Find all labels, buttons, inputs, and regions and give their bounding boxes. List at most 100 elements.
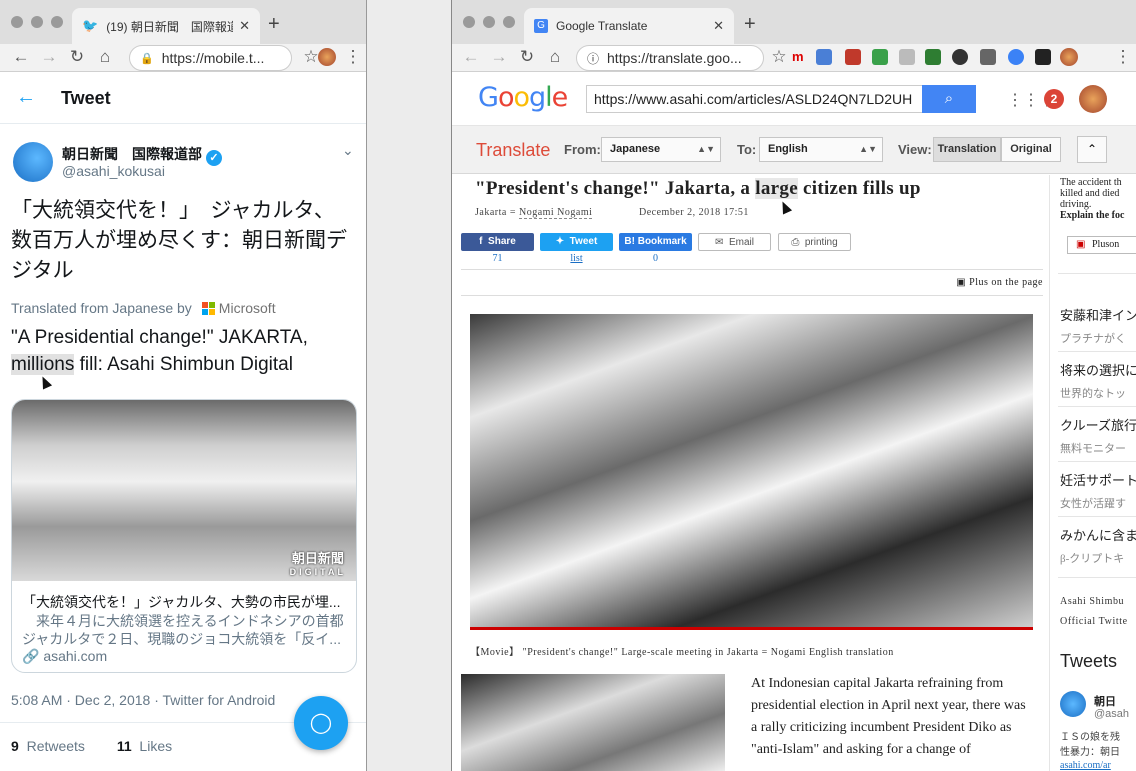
view-translation-button[interactable]: Translation xyxy=(933,137,1001,162)
secondary-photo[interactable] xyxy=(461,674,725,771)
close-window-button[interactable] xyxy=(463,16,475,28)
browser-toolbar: ← → ↻ ⌂ 🔒 https://mobile.t... ☆ ⋮ xyxy=(0,44,366,72)
blue-extension-icon[interactable] xyxy=(1008,49,1024,65)
maximize-window-button[interactable] xyxy=(503,16,515,28)
minimize-window-button[interactable] xyxy=(31,16,43,28)
embedded-tweet-link[interactable]: asahi.com/ar xyxy=(1060,760,1111,771)
new-tab-button[interactable]: + xyxy=(744,13,756,36)
link-card[interactable]: 朝日新聞 DIGITAL 「大統領交代を！」ジャカルタ、大勢の市民が埋... 来… xyxy=(11,399,357,673)
translator-name: Microsoft xyxy=(218,300,276,316)
sidebar-item[interactable]: 安藤和津イン プラチナがく xyxy=(1060,305,1136,346)
desktop-background xyxy=(367,0,451,771)
account-avatar[interactable] xyxy=(1079,85,1107,113)
tab-twitter[interactable]: 🐦 (19) 朝日新聞 国際報道部 on ✕ xyxy=(72,8,260,44)
retweets-stat[interactable]: 9 Retweets xyxy=(11,738,85,754)
back-arrow-icon[interactable]: ← xyxy=(16,86,36,109)
view-original-button[interactable]: Original xyxy=(1001,137,1061,162)
translate-toolbar: Translate From: Japanese ▲▼ To: English ▲▼… xyxy=(452,126,1136,174)
bookmark-star-icon[interactable]: ☆ xyxy=(768,47,790,67)
author-handle[interactable]: @asahi_kokusai xyxy=(62,163,165,179)
hvid-extension-icon[interactable] xyxy=(980,49,996,65)
twitter-bird-icon: ✦ xyxy=(555,236,565,247)
home-button[interactable]: ⌂ xyxy=(544,47,566,67)
new-tab-button[interactable]: + xyxy=(268,13,280,36)
card-description: 来年４月に大統領選を控えるインドネシアの首都ジャカルタで２日、現職のジョコ大統領… xyxy=(22,613,344,647)
facebook-icon: f xyxy=(479,236,483,247)
sidebar-plus-button[interactable]: ▣ Pluson xyxy=(1067,236,1136,254)
minimize-window-button[interactable] xyxy=(483,16,495,28)
lock-icon: 🔒 xyxy=(140,52,154,65)
translate-extension-icon[interactable] xyxy=(816,49,832,65)
forward-button[interactable]: → xyxy=(488,47,510,67)
author-avatar[interactable] xyxy=(13,142,53,182)
back-button[interactable]: ← xyxy=(460,47,482,67)
share-label: Share xyxy=(488,236,516,247)
menu-icon[interactable]: ⋮ xyxy=(342,47,364,67)
url-input[interactable]: https://www.asahi.com/articles/ASLD24QN7… xyxy=(586,85,924,113)
home-button[interactable]: ⌂ xyxy=(94,47,116,67)
google-logo-letter: o xyxy=(497,82,515,113)
tab-title: (19) 朝日新聞 国際報道部 on xyxy=(106,19,233,34)
byline-author[interactable]: Nogami Nogami xyxy=(518,207,593,219)
reload-button[interactable]: ↻ xyxy=(66,47,88,67)
collapse-chevron-icon[interactable]: ⌃ xyxy=(1077,136,1107,163)
chevron-down-icon[interactable]: ⌄ xyxy=(342,142,354,159)
sidebar-item[interactable]: 妊活サポート 女性が活躍す xyxy=(1060,470,1136,511)
google-logo[interactable]: Google xyxy=(478,82,568,113)
translate-brand[interactable]: Translate xyxy=(476,140,550,161)
sidebar-line: killed and died xyxy=(1060,188,1120,199)
asahi-line-1: Asahi Shimbu xyxy=(1060,596,1125,607)
tab-title: Google Translate xyxy=(556,19,648,33)
to-language-select[interactable]: English ▲▼ xyxy=(759,137,883,162)
article-content: "President's change!" Jakarta, a large c… xyxy=(452,175,1049,771)
bookmark-button[interactable]: B! Bookmark xyxy=(619,233,692,251)
back-button[interactable]: ← xyxy=(10,47,32,67)
tweet-author-avatar[interactable] xyxy=(1060,691,1086,717)
compose-reply-button[interactable]: ◯ xyxy=(294,696,348,750)
close-tab-icon[interactable]: ✕ xyxy=(239,18,250,34)
profile-avatar[interactable] xyxy=(318,48,336,66)
maximize-window-button[interactable] xyxy=(51,16,63,28)
address-bar[interactable]: ⓘ https://translate.goo... xyxy=(576,45,764,71)
facebook-share-button[interactable]: f Share xyxy=(461,233,534,251)
tweet-button[interactable]: ✦ Tweet xyxy=(540,233,613,251)
calendar-extension-icon[interactable] xyxy=(845,49,861,65)
plus-on-page-link[interactable]: ▣ Plus on the page xyxy=(956,277,1043,288)
profile-avatar[interactable] xyxy=(1060,48,1078,66)
tweet-count[interactable]: list xyxy=(540,253,613,264)
search-button[interactable]: ⌕ xyxy=(922,85,976,113)
share-count: 71 xyxy=(492,253,503,264)
notification-badge[interactable]: 2 xyxy=(1044,89,1064,109)
select-arrows-icon: ▲▼ xyxy=(859,144,877,154)
author-name-text: 朝日新聞 国際報道部 xyxy=(62,146,202,162)
likes-stat[interactable]: 11 Likes xyxy=(117,738,172,754)
sidebar-top-text[interactable]: The accident th killed and died driving.… xyxy=(1060,177,1136,221)
tab-google-translate[interactable]: G Google Translate ✕ xyxy=(524,8,734,44)
green-extension-icon[interactable] xyxy=(925,49,941,65)
byline-place: Jakarta = xyxy=(475,207,516,218)
divider xyxy=(1058,273,1136,274)
menu-icon[interactable]: ⋮ xyxy=(1112,47,1134,67)
from-language-select[interactable]: Japanese ▲▼ xyxy=(601,137,721,162)
extension-icon[interactable] xyxy=(899,49,915,65)
tweet-author-name[interactable]: 朝日 xyxy=(1094,693,1116,709)
sidebar-item[interactable]: 将来の選択に 世界的なトッ xyxy=(1060,360,1136,401)
mendeley-extension-icon[interactable]: m xyxy=(792,49,808,65)
sidebar-item-sub: 女性が活躍す xyxy=(1060,498,1126,510)
tweets-heading: Tweets xyxy=(1060,651,1118,671)
download-extension-icon[interactable] xyxy=(872,49,888,65)
address-bar[interactable]: 🔒 https://mobile.t... xyxy=(129,45,292,71)
sidebar-item[interactable]: みかんに含ま β-クリプトキ xyxy=(1060,525,1136,566)
likes-count: 11 xyxy=(116,738,132,754)
dark-extension-icon[interactable] xyxy=(1035,49,1051,65)
email-button[interactable]: ✉ Email xyxy=(698,233,771,251)
sidebar-item[interactable]: クルーズ旅行 無料モニター xyxy=(1060,415,1136,456)
rally-photo[interactable] xyxy=(470,314,1033,630)
circle-extension-icon[interactable] xyxy=(952,49,968,65)
reload-button[interactable]: ↻ xyxy=(516,47,538,67)
forward-button[interactable]: → xyxy=(38,47,60,67)
tweet-author-handle[interactable]: @asah xyxy=(1094,708,1129,720)
print-button[interactable]: ⎙ printing xyxy=(778,233,851,251)
close-window-button[interactable] xyxy=(11,16,23,28)
close-tab-icon[interactable]: ✕ xyxy=(713,18,724,34)
